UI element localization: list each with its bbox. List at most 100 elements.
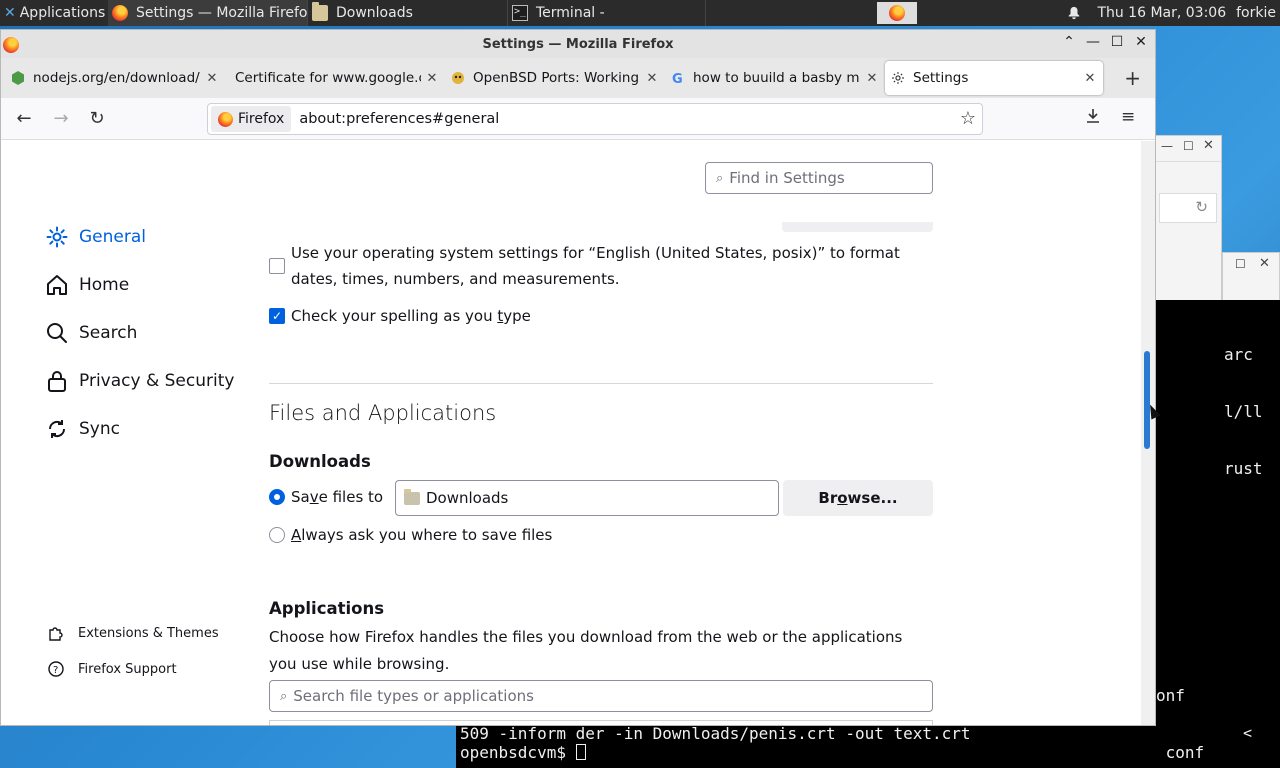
tab-label: how to buuild a basby m [693, 70, 860, 86]
download-folder-value: Downloads [426, 489, 509, 507]
minimize-icon[interactable]: — [1161, 139, 1173, 153]
label-part: Sa [291, 488, 310, 506]
tab-nodejs[interactable]: nodejs.org/en/download/ ✕ [5, 61, 225, 95]
files-applications-heading: Files and Applications [269, 401, 497, 425]
lock-icon [48, 371, 66, 392]
close-tab-icon[interactable]: ✕ [425, 71, 439, 86]
always-ask-option[interactable]: Always ask you where to save files [269, 522, 552, 548]
user-menu[interactable]: forkie [1236, 5, 1276, 21]
settings-page: General Home Search Privacy & Security S… [1, 141, 1141, 725]
tab-certificate[interactable]: Certificate for www.google.com ✕ [225, 61, 445, 95]
category-label: Sync [79, 419, 120, 439]
extensions-themes-link[interactable]: Extensions & Themes [47, 624, 219, 642]
download-folder-field[interactable]: Downloads [395, 480, 779, 516]
clock[interactable]: Thu 16 Mar, 03:06 [1097, 5, 1226, 21]
category-label: Privacy & Security [79, 371, 235, 391]
firefox-support-link[interactable]: ? Firefox Support [47, 660, 177, 678]
category-privacy-security[interactable]: Privacy & Security [45, 369, 234, 393]
tab-openbsd-ports[interactable]: OpenBSD Ports: Working with ports ✕ [445, 61, 665, 95]
find-in-settings-input[interactable]: ⌕ Find in Settings [705, 162, 933, 194]
spellcheck-checkbox[interactable]: ✓ [269, 308, 285, 324]
vertical-scrollbar[interactable] [1141, 141, 1155, 725]
close-icon[interactable]: ✕ [1203, 138, 1214, 153]
category-general[interactable]: General [45, 225, 146, 249]
terminal-line: 509 -inform der -in Downloads/penis.crt … [460, 724, 971, 743]
maximize-icon[interactable]: ☐ [1183, 139, 1194, 153]
tab-label: Settings [913, 70, 969, 86]
close-tab-icon[interactable]: ✕ [1083, 71, 1097, 86]
terminal-icon: >_ [512, 5, 528, 21]
firefox-icon [112, 5, 128, 21]
save-files-radio[interactable] [269, 489, 285, 505]
category-search[interactable]: Search [45, 321, 137, 345]
terminal-cursor [575, 744, 586, 760]
maximize-icon[interactable]: ☐ [1235, 257, 1246, 271]
new-tab-button[interactable]: + [1124, 66, 1141, 90]
save-files-option[interactable]: Save files to [269, 484, 383, 510]
taskbar-item-firefox[interactable]: Settings — Mozilla Firefox [108, 0, 308, 26]
os-locale-option[interactable]: Use your operating system settings for “… [269, 240, 900, 292]
hamburger-menu-icon[interactable]: ≡ [1121, 107, 1135, 127]
forward-button[interactable]: → [50, 108, 72, 129]
find-placeholder: Find in Settings [729, 169, 845, 187]
taskbar-item-terminal[interactable]: >_ Terminal - [508, 0, 706, 26]
os-locale-checkbox[interactable] [269, 258, 285, 274]
partial-button[interactable] [782, 222, 933, 232]
search-apps-placeholder: Search file types or applications [293, 687, 534, 705]
reload-button[interactable]: ↻ [86, 108, 108, 129]
section-divider [269, 383, 933, 384]
identity-box[interactable]: Firefox [211, 106, 292, 132]
minimize-icon[interactable]: — [1085, 34, 1101, 50]
category-label: Search [79, 323, 138, 343]
puzzle-icon [49, 627, 63, 641]
category-home[interactable]: Home [45, 273, 129, 297]
xfce-icon: ✕ [4, 5, 16, 21]
svg-text:?: ? [53, 665, 58, 676]
close-tab-icon[interactable]: ✕ [205, 71, 219, 86]
tray-firefox-button[interactable] [877, 2, 918, 24]
firefox-icon [218, 111, 233, 127]
spellcheck-option[interactable]: ✓ Check your spelling as you type [269, 303, 531, 329]
os-locale-label: Use your operating system settings for “… [291, 240, 900, 292]
category-sync[interactable]: Sync [45, 417, 120, 441]
label-part: Check your spelling as you [291, 307, 498, 325]
back-button[interactable]: ← [13, 108, 35, 129]
save-files-label: Save files to [291, 484, 383, 510]
openbsd-icon [452, 72, 464, 84]
window-controls: ⌃ — ☐ ✕ [1061, 34, 1149, 50]
url-text[interactable]: about:preferences#general [299, 111, 499, 127]
close-tab-icon[interactable]: ✕ [865, 71, 879, 86]
window-titlebar[interactable]: Settings — Mozilla Firefox ⌃ — ☐ ✕ [1, 30, 1155, 58]
gear-icon [46, 226, 68, 248]
notification-bell-icon[interactable] [1067, 6, 1081, 20]
maximize-icon[interactable]: ☐ [1109, 34, 1125, 50]
terminal-text: rust [1224, 459, 1263, 478]
applications-menu[interactable]: ✕ Applications [0, 0, 108, 26]
label-part: A [291, 526, 302, 544]
os-locale-text: Use your operating system settings for “… [291, 244, 900, 262]
terminal-prompt-line[interactable]: openbsdcvm$ [460, 743, 586, 762]
window-title: Settings — Mozilla Firefox [482, 36, 674, 52]
always-ask-radio[interactable] [269, 527, 285, 543]
scrollbar-thumb[interactable] [1144, 351, 1150, 449]
close-window-icon[interactable]: ✕ [1133, 34, 1149, 50]
terminal-prompt: openbsdcvm$ [460, 743, 576, 762]
close-tab-icon[interactable]: ✕ [645, 71, 659, 86]
downloads-icon[interactable] [1084, 107, 1102, 125]
bookmark-star-icon[interactable]: ☆ [960, 108, 976, 129]
os-locale-text: dates, times, numbers, and measurements. [291, 270, 620, 288]
close-icon[interactable]: ✕ [1259, 256, 1270, 271]
taskbar-item-downloads[interactable]: Downloads [308, 0, 508, 26]
terminal-scroll-indicator: < [1242, 724, 1252, 742]
shade-icon[interactable]: ⌃ [1061, 34, 1077, 50]
label-part: wse... [847, 489, 898, 507]
browse-button[interactable]: Br o wse... [783, 480, 933, 516]
home-icon [47, 275, 67, 295]
search-file-types-input[interactable]: ⌕ Search file types or applications [269, 680, 933, 712]
url-bar[interactable]: Firefox about:preferences#general ☆ [207, 103, 983, 135]
terminal-fragment: onf conf [1156, 648, 1204, 768]
tab-google-search[interactable]: G how to buuild a basby m ✕ [665, 61, 885, 95]
firefox-window[interactable]: Settings — Mozilla Firefox ⌃ — ☐ ✕ nodej… [0, 29, 1156, 726]
firefox-support-label: Firefox Support [78, 661, 177, 677]
tab-settings[interactable]: Settings ✕ [885, 61, 1103, 95]
